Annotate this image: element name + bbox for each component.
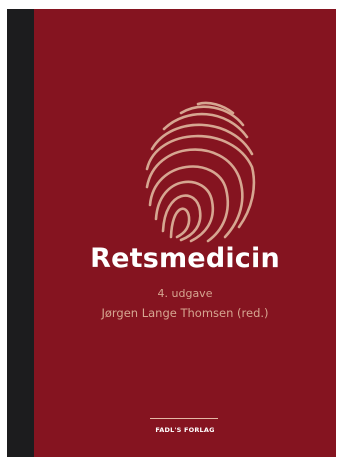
book-author: Jørgen Lange Thomsen (red.) [101, 306, 269, 320]
fingerprint-icon [145, 101, 256, 243]
publisher-name: FADL'S FORLAG [155, 426, 215, 434]
publisher-divider [150, 418, 218, 419]
book-cover: Retsmedicin 4. udgave Jørgen Lange Thoms… [7, 9, 336, 457]
book-edition: 4. udgave [157, 287, 213, 300]
book-title: Retsmedicin [90, 243, 280, 274]
